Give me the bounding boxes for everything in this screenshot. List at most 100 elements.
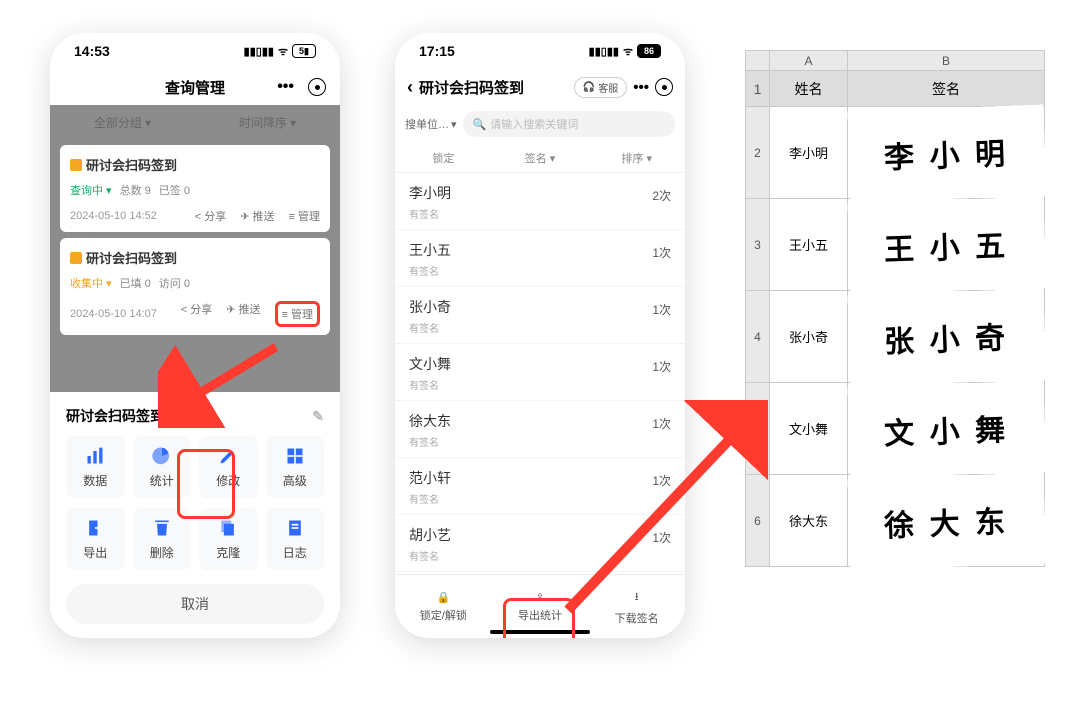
status-bar: 14:53 ▮▮▯▮▮ ᯤ 5▮	[50, 33, 340, 69]
done-count: 访问 0	[159, 275, 190, 291]
status-badge[interactable]: 收集中 ▾	[70, 275, 112, 291]
name-cell[interactable]: 徐大东	[770, 475, 848, 567]
search-input[interactable]: 🔍 请输入搜索关键词	[463, 111, 675, 137]
tile-data[interactable]: 数据	[66, 436, 125, 498]
download-icon: ⭳	[635, 588, 639, 607]
corner-cell	[746, 51, 770, 71]
lock-button[interactable]: 🔒 锁定/解锁	[395, 575, 492, 638]
header-name-cell[interactable]: 姓名	[770, 71, 848, 107]
tile-log[interactable]: 日志	[266, 508, 325, 570]
status-time: 17:15	[419, 43, 455, 59]
signature-cell[interactable]: 张 小 奇	[846, 287, 1046, 386]
list-item[interactable]: 文小舞有签名 1次	[395, 344, 685, 401]
customer-service-button[interactable]: 🎧客服	[574, 77, 627, 98]
wifi-icon: ᯤ	[623, 44, 633, 59]
lock-icon: 🔒	[436, 591, 450, 604]
download-sign-button[interactable]: ⭳ 下载签名	[588, 575, 685, 638]
signature-cell[interactable]: 徐 大 东	[846, 471, 1046, 570]
filter-bar: 全部分组 ▾ 时间降序 ▾	[50, 105, 340, 139]
back-icon[interactable]: ‹	[407, 77, 413, 98]
trash-icon	[152, 518, 172, 538]
unit-select[interactable]: 搜单位… ▾	[405, 116, 457, 132]
tile-stats[interactable]: 统计	[133, 436, 192, 498]
manage-button[interactable]: ≡ 管理	[289, 208, 320, 224]
record-card[interactable]: 研讨会扫码签到 查询中 ▾ 总数 9 已签 0 2024-05-10 14:52…	[60, 145, 330, 232]
tab-sort[interactable]: 排序 ▾	[588, 150, 685, 166]
name-cell[interactable]: 王小五	[770, 199, 848, 291]
battery-icon: 86	[637, 44, 661, 58]
export-icon	[85, 518, 105, 538]
bottom-toolbar: 🔒 锁定/解锁 ⇪ 导出统计 ⭳ 下载签名	[395, 574, 685, 638]
status-badge[interactable]: 查询中 ▾	[70, 182, 112, 198]
total-count: 总数 9	[120, 182, 151, 198]
headset-icon: 🎧	[583, 82, 595, 93]
export-stats-button[interactable]: ⇪ 导出统计	[492, 575, 589, 638]
nav-bar: ‹ 研讨会扫码签到 🎧客服 •••	[395, 69, 685, 105]
name-cell[interactable]: 张小奇	[770, 291, 848, 383]
signal-icon: ▮▮▯▮▮	[589, 45, 619, 58]
phone-query-manage: 14:53 ▮▮▯▮▮ ᯤ 5▮ 查询管理 ••• 全部分组 ▾ 时间降序 ▾ …	[50, 33, 340, 638]
row-header[interactable]: 5	[746, 383, 770, 475]
tab-lock[interactable]: 锁定	[395, 150, 492, 166]
target-icon[interactable]	[655, 78, 673, 96]
signature-cell[interactable]: 王 小 五	[846, 195, 1046, 294]
col-header-a[interactable]: A	[770, 51, 848, 71]
search-icon: 🔍	[473, 118, 487, 131]
more-icon[interactable]: •••	[277, 78, 294, 96]
signature-cell[interactable]: 李 小 明	[846, 103, 1046, 202]
target-icon[interactable]	[308, 78, 326, 96]
list-item[interactable]: 徐大东有签名 1次	[395, 401, 685, 458]
row-header[interactable]: 3	[746, 199, 770, 291]
share-button[interactable]: < 分享	[181, 301, 212, 327]
name-cell[interactable]: 文小舞	[770, 383, 848, 475]
manage-button[interactable]: ≡ 管理	[275, 301, 320, 327]
list-item[interactable]: 范小轩有签名 1次	[395, 458, 685, 515]
filter-group[interactable]: 全部分组 ▾	[50, 114, 195, 131]
signature-cell[interactable]: 文 小 舞	[846, 379, 1046, 478]
record-card[interactable]: 研讨会扫码签到 收集中 ▾ 已填 0 访问 0 2024-05-10 14:07…	[60, 238, 330, 335]
row-header[interactable]: 1	[746, 71, 770, 107]
card-title: 研讨会扫码签到	[70, 155, 320, 174]
status-right: ▮▮▯▮▮ ᯤ 86	[589, 44, 661, 59]
tile-export[interactable]: 导出	[66, 508, 125, 570]
action-grid: 数据 统计 修改 高级	[66, 436, 324, 570]
push-button[interactable]: ✈ 推送	[240, 208, 274, 224]
list-item[interactable]: 胡小艺有签名 1次	[395, 515, 685, 572]
status-right: ▮▮▯▮▮ ᯤ 5▮	[244, 44, 316, 59]
search-row: 搜单位… ▾ 🔍 请输入搜索关键词	[395, 105, 685, 143]
timestamp: 2024-05-10 14:52	[70, 210, 157, 222]
wifi-icon: ᯤ	[278, 44, 288, 59]
share-button[interactable]: < 分享	[195, 208, 226, 224]
pencil-icon	[218, 446, 238, 466]
tile-edit[interactable]: 修改	[199, 436, 258, 498]
push-button[interactable]: ✈ 推送	[226, 301, 260, 327]
list-item[interactable]: 王小五有签名 1次	[395, 230, 685, 287]
tab-sign[interactable]: 签名 ▾	[492, 150, 589, 166]
row-header[interactable]: 2	[746, 107, 770, 199]
doc-icon	[70, 159, 82, 171]
tile-delete[interactable]: 删除	[133, 508, 192, 570]
list-item[interactable]: 李小明有签名 2次	[395, 173, 685, 230]
filter-tabs: 锁定 签名 ▾ 排序 ▾	[395, 143, 685, 173]
page-title: 研讨会扫码签到	[419, 77, 568, 98]
nav-bar: 查询管理 •••	[50, 69, 340, 105]
result-list[interactable]: 李小明有签名 2次 王小五有签名 1次 张小奇有签名 1次 文小舞有签名 1次 …	[395, 173, 685, 572]
name-cell[interactable]: 李小明	[770, 107, 848, 199]
phone-signin-list: 17:15 ▮▮▯▮▮ ᯤ 86 ‹ 研讨会扫码签到 🎧客服 ••• 搜单位… …	[395, 33, 685, 638]
header-sig-cell[interactable]: 签名	[848, 71, 1045, 107]
tile-clone[interactable]: 克隆	[199, 508, 258, 570]
list-item[interactable]: 张小奇有签名 1次	[395, 287, 685, 344]
row-header[interactable]: 6	[746, 475, 770, 567]
card-title: 研讨会扫码签到	[70, 248, 320, 267]
more-icon[interactable]: •••	[633, 79, 649, 96]
grid-icon	[285, 446, 305, 466]
copy-icon	[218, 518, 238, 538]
action-sheet: 研讨会扫码签到 ✎ 数据 统计 修改	[50, 392, 340, 638]
col-header-b[interactable]: B	[848, 51, 1045, 71]
row-header[interactable]: 4	[746, 291, 770, 383]
signal-icon: ▮▮▯▮▮	[244, 45, 274, 58]
edit-icon[interactable]: ✎	[312, 408, 324, 425]
tile-advanced[interactable]: 高级	[266, 436, 325, 498]
filter-sort[interactable]: 时间降序 ▾	[195, 114, 340, 131]
cancel-button[interactable]: 取消	[66, 584, 324, 624]
